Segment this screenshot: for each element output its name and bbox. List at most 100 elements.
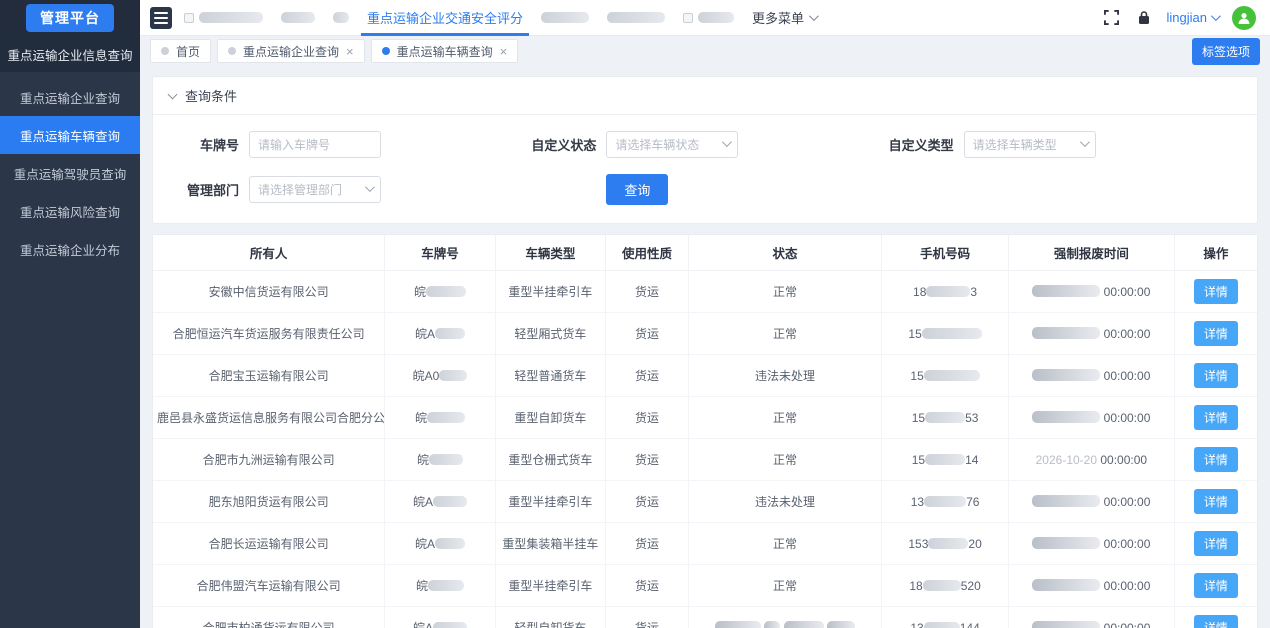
vehicles-table: 所有人车牌号车辆类型使用性质状态手机号码强制报废时间操作 安徽中信货运有限公司皖… [153, 235, 1257, 628]
detail-button[interactable]: 详情 [1194, 321, 1238, 346]
user-menu[interactable]: lingjian [1167, 10, 1218, 25]
table-row: 合肥市柏通货运有限公司皖A轻型自卸货车货运 13144 00:00:00详情 [153, 607, 1257, 628]
column-header: 车牌号 [385, 235, 495, 271]
tabs: 首页重点运输企业查询×重点运输车辆查询× [150, 39, 518, 63]
tab-status-dot [382, 47, 390, 55]
dept-select[interactable]: 请选择管理部门 [249, 176, 381, 203]
tab-close-icon[interactable]: × [500, 45, 508, 58]
topbar-item-redacted[interactable] [333, 0, 349, 35]
redacted-text [1032, 537, 1100, 549]
menu-icon[interactable] [150, 7, 172, 29]
table-row: 肥东旭阳货运有限公司皖A重型半挂牵引车货运违法未处理1376 00:00:00详… [153, 481, 1257, 523]
phone-cell: 1514 [882, 439, 1009, 481]
owner-cell: 合肥市九洲运输有限公司 [153, 439, 385, 481]
action-cell: 详情 [1174, 355, 1257, 397]
tag-options-button[interactable]: 标签选项 [1192, 38, 1260, 65]
scrap-time-cell: 2026-10-20 00:00:00 [1009, 439, 1175, 481]
vehicle-type-cell: 重型半挂牵引车 [495, 481, 605, 523]
tab-item[interactable]: 重点运输企业查询× [217, 39, 365, 63]
vehicle-type-placeholder: 请选择车辆类型 [973, 136, 1057, 153]
topbar-menu: 重点运输企业交通安全评分 更多菜单 [184, 0, 816, 35]
detail-button[interactable]: 详情 [1194, 279, 1238, 304]
action-cell: 详情 [1174, 607, 1257, 628]
sidebar-item[interactable]: 重点运输风险查询 [0, 192, 140, 230]
custom-status-label: 自定义状态 [526, 135, 596, 154]
fullscreen-icon[interactable] [1103, 9, 1121, 27]
detail-button[interactable]: 详情 [1194, 447, 1238, 472]
chevron-down-icon [722, 137, 732, 147]
plate-input[interactable] [249, 131, 381, 158]
vehicle-type-select[interactable]: 请选择车辆类型 [964, 131, 1096, 158]
menu-item-icon [184, 13, 194, 23]
vehicle-type-cell: 重型自卸货车 [495, 397, 605, 439]
redacted-text [784, 621, 824, 628]
vehicle-status-select[interactable]: 请选择车辆状态 [606, 131, 738, 158]
redacted-text [1032, 285, 1100, 297]
status-cell: 违法未处理 [688, 355, 881, 397]
table-row: 合肥市九洲运输有限公司皖重型仓栅式货车货运正常15142026-10-20 00… [153, 439, 1257, 481]
sidebar-item[interactable]: 重点运输驾驶员查询 [0, 154, 140, 192]
sidebar-group-title[interactable]: 重点运输企业信息查询 [0, 36, 140, 72]
vehicle-type-cell: 轻型厢式货车 [495, 313, 605, 355]
detail-button[interactable]: 详情 [1194, 573, 1238, 598]
lock-icon[interactable] [1135, 9, 1153, 27]
status-cell: 违法未处理 [688, 481, 881, 523]
query-form: 车牌号 自定义状态 请选择车辆状态 自定义类型 [153, 115, 1257, 223]
owner-cell: 鹿邑县永盛货运信息服务有限公司合肥分公司 [153, 397, 385, 439]
redacted-text [928, 538, 968, 549]
query-card: 查询条件 车牌号 自定义状态 请选择车辆状态 [152, 76, 1258, 224]
topbar-item-redacted[interactable] [683, 0, 734, 35]
tab-close-icon[interactable]: × [346, 45, 354, 58]
tab-active[interactable]: 重点运输车辆查询× [371, 39, 519, 63]
dept-placeholder: 请选择管理部门 [258, 181, 342, 198]
redacted-text [923, 580, 961, 591]
phone-cell: 1553 [882, 397, 1009, 439]
main-column: 重点运输企业交通安全评分 更多菜单 lingjian [140, 0, 1270, 628]
usage-cell: 货运 [606, 523, 689, 565]
topbar-item-redacted[interactable] [541, 0, 589, 35]
status-cell: 正常 [688, 565, 881, 607]
topbar-item-active[interactable]: 重点运输企业交通安全评分 [367, 0, 523, 35]
collapse-chevron-icon [168, 89, 178, 99]
topbar-item-redacted[interactable] [184, 0, 263, 35]
user-avatar[interactable] [1232, 6, 1256, 30]
detail-button[interactable]: 详情 [1194, 615, 1238, 628]
sidebar: 管理平台 重点运输企业信息查询 重点运输企业查询重点运输车辆查询重点运输驾驶员查… [0, 0, 140, 628]
redacted-text [435, 538, 465, 549]
usage-cell: 货运 [606, 481, 689, 523]
redacted-text [426, 286, 466, 297]
owner-cell: 安徽中信货运有限公司 [153, 271, 385, 313]
redacted-text [764, 621, 780, 628]
column-header: 操作 [1174, 235, 1257, 271]
scrap-date-ghost: 2026-10-20 [1036, 453, 1101, 467]
search-button[interactable]: 查询 [606, 174, 668, 205]
owner-cell: 合肥市柏通货运有限公司 [153, 607, 385, 628]
sidebar-item[interactable]: 重点运输企业分布 [0, 230, 140, 268]
detail-button[interactable]: 详情 [1194, 489, 1238, 514]
more-menu-button[interactable]: 更多菜单 [752, 8, 816, 27]
plate-cell: 皖A [385, 481, 495, 523]
query-card-header[interactable]: 查询条件 [153, 77, 1257, 115]
vehicle-type-cell: 轻型普通货车 [495, 355, 605, 397]
redacted-text [925, 412, 965, 423]
dept-label: 管理部门 [169, 180, 239, 199]
action-cell: 详情 [1174, 271, 1257, 313]
scrap-time-cell: 00:00:00 [1009, 397, 1175, 439]
page: 管理平台 重点运输企业信息查询 重点运输企业查询重点运输车辆查询重点运输驾驶员查… [0, 0, 1270, 628]
status-cell: 正常 [688, 397, 881, 439]
detail-button[interactable]: 详情 [1194, 405, 1238, 430]
topbar-item-redacted[interactable] [281, 0, 315, 35]
detail-button[interactable]: 详情 [1194, 531, 1238, 556]
redacted-text [429, 454, 463, 465]
redacted-text [1032, 495, 1100, 507]
action-cell: 详情 [1174, 313, 1257, 355]
topbar-item-redacted[interactable] [607, 0, 665, 35]
app-logo[interactable]: 管理平台 [26, 4, 114, 32]
sidebar-item[interactable]: 重点运输车辆查询 [0, 116, 140, 154]
tab-item[interactable]: 首页 [150, 39, 211, 63]
redacted-text [433, 496, 467, 507]
tabbar: 首页重点运输企业查询×重点运输车辆查询× 标签选项 [140, 36, 1270, 66]
sidebar-item[interactable]: 重点运输企业查询 [0, 78, 140, 116]
detail-button[interactable]: 详情 [1194, 363, 1238, 388]
redacted-text [1032, 621, 1100, 628]
